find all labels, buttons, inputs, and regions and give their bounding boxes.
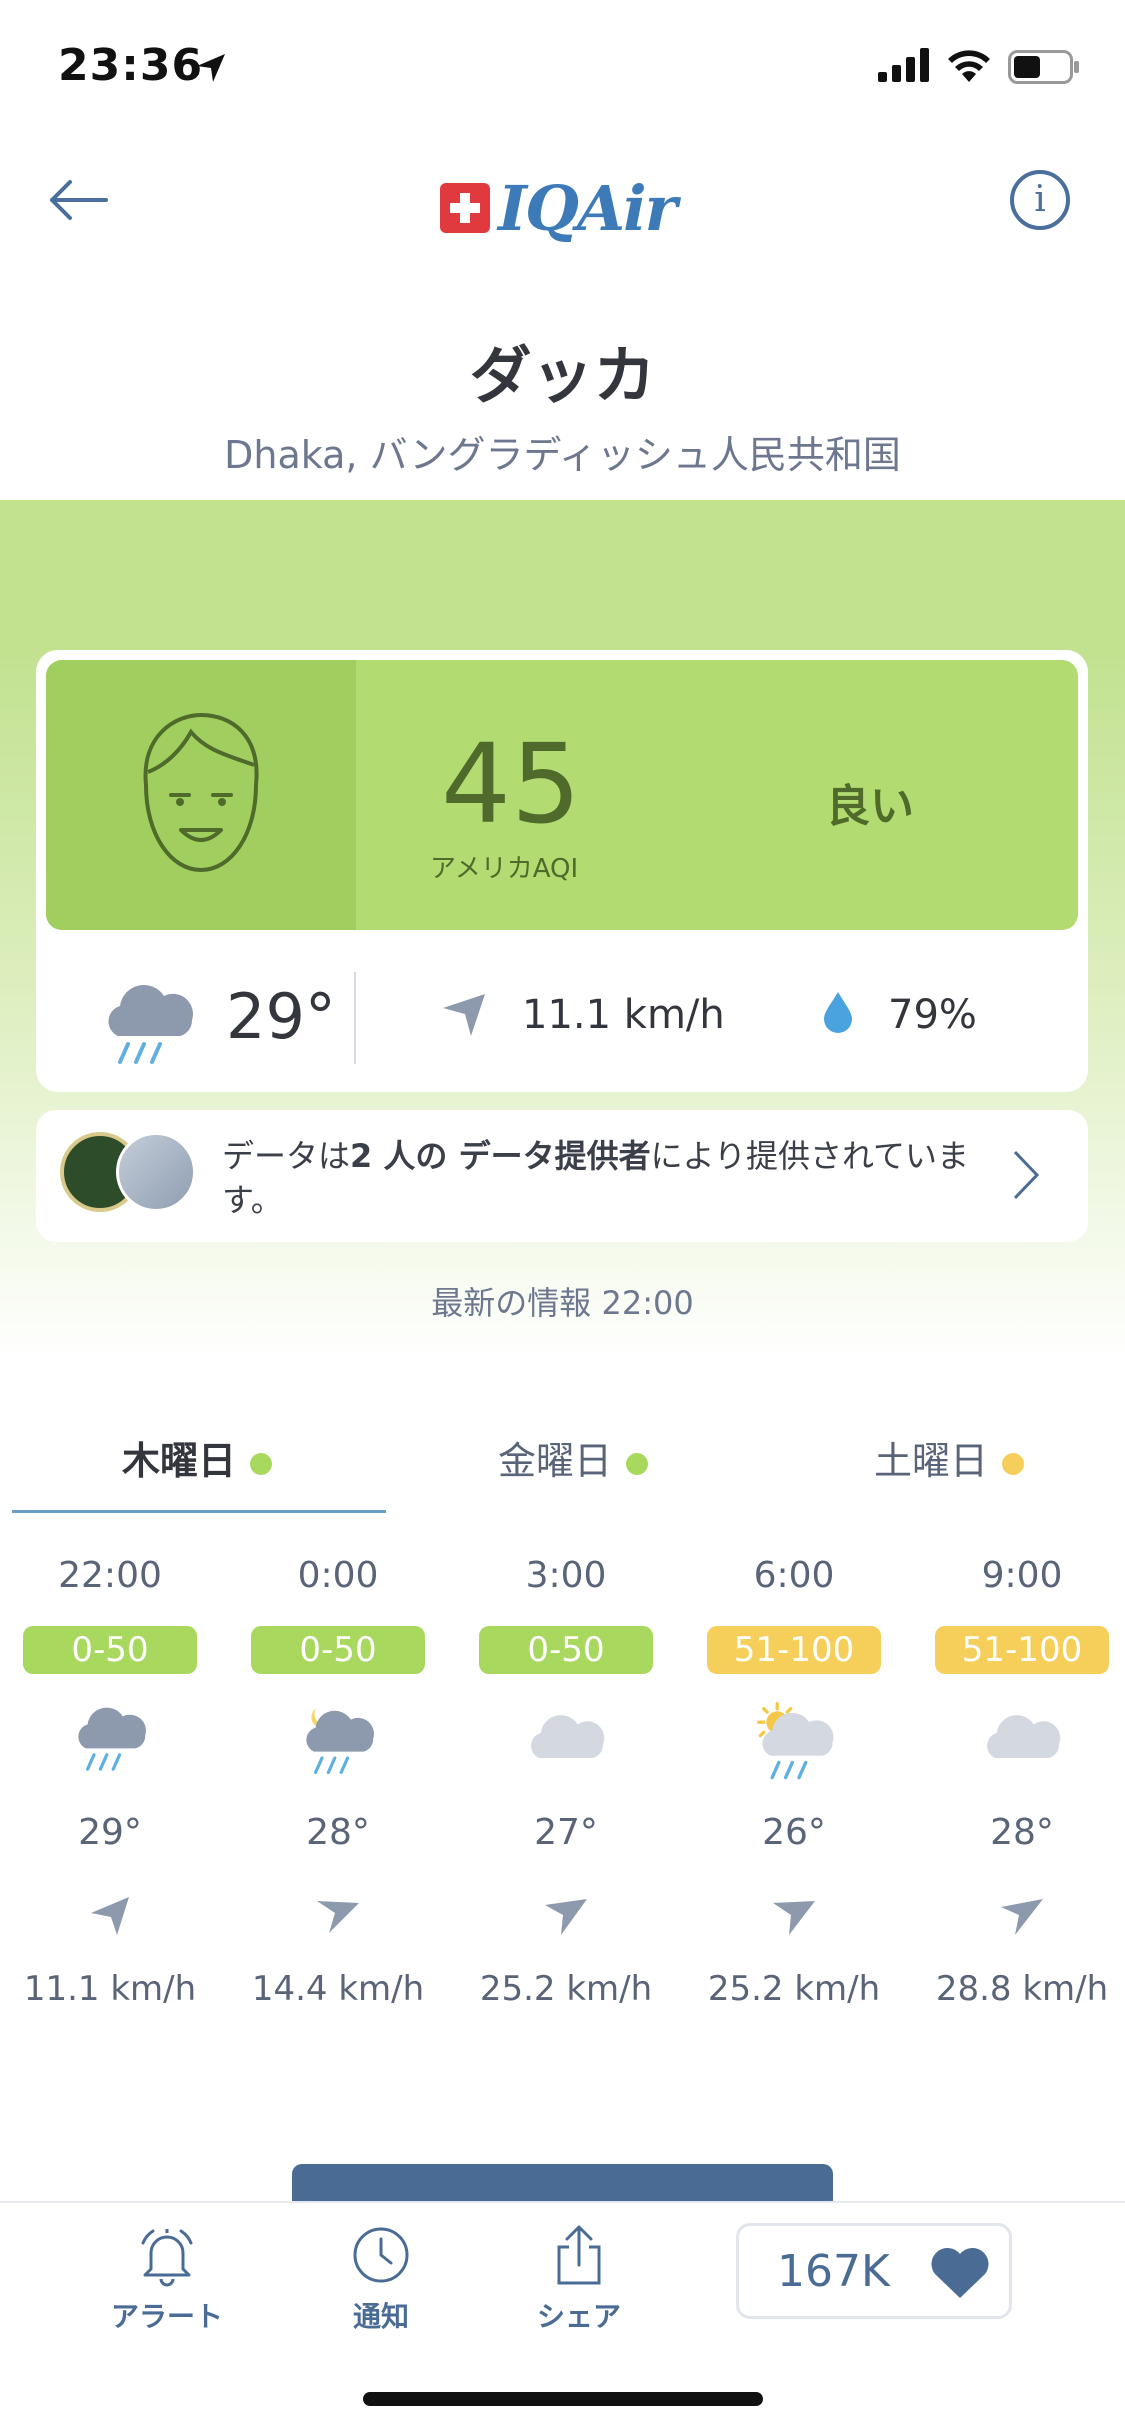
scroll-button[interactable]: [292, 2164, 833, 2204]
aqi-value: 45: [441, 720, 581, 848]
wind-direction-icon: [773, 1901, 815, 1935]
header: IQAir i: [0, 140, 1125, 260]
current-temperature: 29°: [226, 980, 336, 1053]
forecast-column: 0:00 0-50 28° 14.4 km/h: [248, 1550, 428, 2009]
aqi-badge: 51-100: [935, 1626, 1109, 1674]
wind-direction-icon: [91, 1897, 129, 1935]
active-tab-indicator: [12, 1510, 386, 1513]
forecast-wind: 28.8 km/h: [935, 1969, 1109, 2009]
forecast-temp: 26°: [762, 1812, 826, 1853]
aqi-dot: [250, 1452, 273, 1475]
clock-icon: [353, 2227, 409, 2283]
wind-direction-icon: [443, 994, 485, 1036]
forecast-temp: 28°: [306, 1812, 370, 1853]
aqi-status: 良い: [826, 781, 914, 832]
bell-icon: [141, 2229, 193, 2287]
forecast-time: 3:00: [525, 1555, 607, 1596]
share-label: シェア: [536, 2300, 621, 2333]
like-button[interactable]: 167K: [736, 2223, 1012, 2319]
forecast-time: 9:00: [981, 1555, 1063, 1596]
aqi-badge: 0-50: [23, 1626, 197, 1674]
share-icon: [557, 2225, 601, 2285]
location-arrow-icon: [197, 54, 225, 82]
aqi-label: アメリカAQI: [430, 854, 579, 884]
info-button[interactable]: i: [1010, 170, 1070, 230]
swiss-cross-icon: [440, 183, 490, 233]
forecast-column: 6:00 51-100 26° 25.2 km/h: [704, 1550, 884, 2009]
moon-rain-cloud-icon: [306, 1708, 374, 1774]
current-wind-speed: 11.1 km/h: [522, 992, 725, 1038]
city-title: ダッカ: [469, 339, 656, 412]
forecast-column: 22:00 0-50 29° 11.1 km/h: [20, 1550, 200, 2009]
aqi-dot: [1002, 1452, 1025, 1475]
cloud-icon: [531, 1715, 605, 1758]
face-box: [46, 660, 356, 930]
likes-count: 167K: [777, 2246, 890, 2297]
status-bar: 23:36: [0, 0, 1125, 140]
forecast-wind: 25.2 km/h: [479, 1969, 653, 2009]
aqi-card[interactable]: 45 アメリカAQI 良い 29° 11.1 km/h 79%: [36, 650, 1088, 1092]
cellular-signal-icon: [878, 48, 929, 82]
home-indicator: [363, 2392, 763, 2406]
logo-text: IQAir: [498, 171, 677, 245]
last-updated: 最新の情報 22:00: [431, 1284, 694, 1322]
tab-friday[interactable]: 金曜日: [498, 1430, 649, 1485]
tab-thursday[interactable]: 木曜日: [122, 1430, 273, 1485]
forecast-column: 9:00 51-100 28° 28.8 km/h: [932, 1550, 1112, 2009]
forecast-temp: 28°: [990, 1812, 1054, 1853]
forecast-time: 6:00: [753, 1555, 835, 1596]
aqi-dot: [626, 1452, 649, 1475]
notify-button[interactable]: 通知: [306, 2223, 456, 2335]
back-arrow-icon[interactable]: [42, 170, 122, 230]
humidity-drop-icon: [824, 992, 852, 1033]
current-humidity: 79%: [888, 992, 977, 1038]
share-button[interactable]: シェア: [504, 2223, 654, 2335]
data-provider-card[interactable]: データは2 人の データ提供者により提供されています。: [36, 1110, 1088, 1242]
chevron-right-icon: [1013, 1150, 1040, 1200]
contributor-avatar: [116, 1132, 196, 1212]
forecast-temp: 27°: [534, 1812, 598, 1853]
current-weather-row: 29° 11.1 km/h 79%: [36, 950, 1088, 1080]
forecast-time: 22:00: [58, 1555, 162, 1596]
city-subtitle: Dhaka, バングラディッシュ人民共和国: [224, 433, 901, 477]
aqi-badge: 0-50: [251, 1626, 425, 1674]
wifi-icon: [948, 50, 990, 82]
aqi-badge: 51-100: [707, 1626, 881, 1674]
city-skyline-illustration: [0, 505, 1125, 610]
forecast-wind: 25.2 km/h: [707, 1969, 881, 2009]
heart-icon: [931, 2247, 989, 2298]
iqair-logo: IQAir: [440, 168, 677, 248]
wind-direction-icon: [317, 1901, 359, 1933]
weather-divider: [354, 972, 356, 1064]
forecast-time: 0:00: [297, 1555, 379, 1596]
aqi-badge: 0-50: [479, 1626, 653, 1674]
forecast-wind: 14.4 km/h: [251, 1969, 425, 2009]
forecast-temp: 29°: [78, 1812, 142, 1853]
alert-button[interactable]: アラート: [92, 2223, 242, 2335]
forecast-wind: 11.1 km/h: [23, 1969, 197, 2009]
forecast-column: 3:00 0-50 27° 25.2 km/h: [476, 1550, 656, 2009]
notify-label: 通知: [352, 2300, 409, 2333]
status-time: 23:36: [58, 40, 204, 91]
wind-direction-icon: [545, 1899, 587, 1935]
battery-icon: [1008, 50, 1079, 84]
forecast-tabs: 木曜日 金曜日 土曜日: [0, 1420, 1125, 1513]
aqi-band: 45 アメリカAQI 良い: [46, 660, 1078, 930]
wind-direction-icon: [1001, 1899, 1043, 1935]
sun-rain-cloud-icon: [757, 1702, 834, 1780]
cloud-icon: [987, 1715, 1061, 1758]
provider-text: データは2 人の データ提供者により提供されています。: [222, 1137, 969, 1219]
tab-saturday[interactable]: 土曜日: [874, 1430, 1025, 1485]
rain-cloud-icon: [78, 1707, 146, 1771]
smiling-face-icon: [143, 712, 259, 873]
alert-label: アラート: [110, 2300, 223, 2333]
rain-cloud-icon: [108, 984, 193, 1064]
